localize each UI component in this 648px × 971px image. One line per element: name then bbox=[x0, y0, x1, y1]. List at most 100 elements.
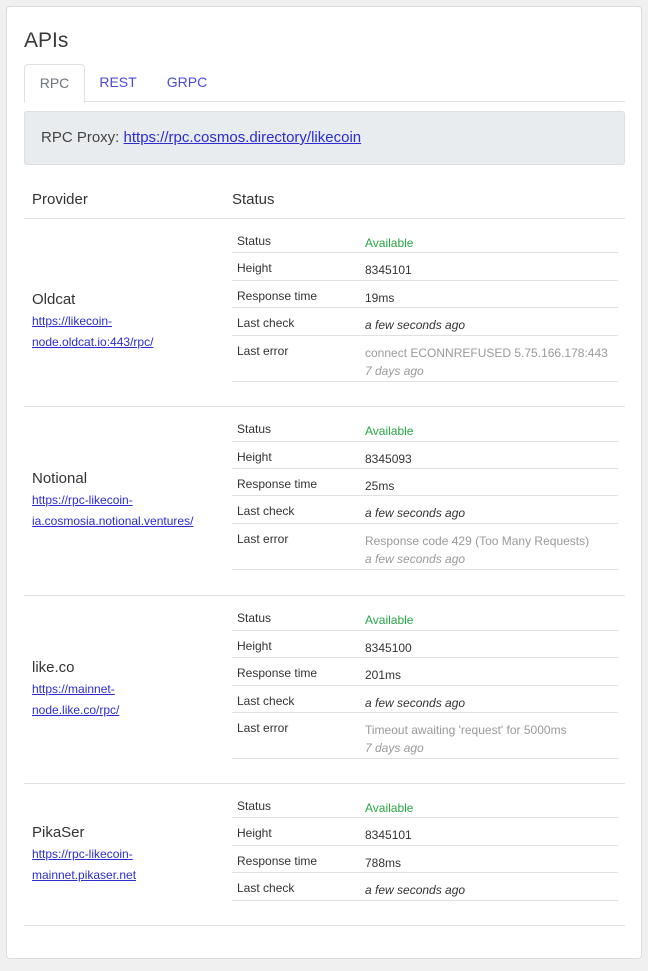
provider-link-line: https://rpc-likecoin- bbox=[32, 847, 133, 861]
last-check-label: Last check bbox=[237, 504, 295, 518]
apis-card: APIs RPC REST GRPC RPC Proxy: https://rp… bbox=[6, 6, 642, 959]
height-row: Height 8345101 bbox=[232, 818, 618, 846]
height-label: Height bbox=[237, 261, 272, 275]
response-time-label: Response time bbox=[237, 289, 318, 303]
provider-column-header: Provider bbox=[32, 191, 88, 208]
provider-name: Oldcat bbox=[32, 291, 76, 308]
table-header: Provider Status bbox=[24, 179, 625, 219]
response-time-row: Response time 788ms bbox=[232, 846, 618, 873]
provider-cell: Notional https://rpc-likecoin- ia.cosmos… bbox=[32, 470, 222, 532]
status-column-header: Status bbox=[232, 191, 275, 208]
last-check-value: a few seconds ago bbox=[365, 506, 466, 520]
response-time-label: Response time bbox=[237, 854, 318, 868]
height-row: Height 8345093 bbox=[232, 442, 618, 469]
provider-link-line: ia.cosmosia.notional.ventures/ bbox=[32, 514, 194, 528]
last-error-message: Response code 429 (Too Many Requests) bbox=[365, 534, 590, 548]
height-value: 8345093 bbox=[365, 452, 412, 466]
provider-link[interactable]: https://likecoin- node.oldcat.io:443/rpc… bbox=[32, 311, 222, 353]
status-details: Status Available Height 8345093 Response… bbox=[232, 414, 618, 570]
provider-cell: like.co https://mainnet- node.like.co/rp… bbox=[32, 659, 222, 721]
provider-cell: PikaSer https://rpc-likecoin- mainnet.pi… bbox=[32, 824, 222, 886]
tab-rest[interactable]: REST bbox=[85, 64, 151, 103]
table-row: Oldcat https://likecoin- node.oldcat.io:… bbox=[24, 219, 625, 407]
tab-grpc[interactable]: GRPC bbox=[151, 64, 223, 103]
response-time-value: 788ms bbox=[365, 856, 402, 870]
status-value: Available bbox=[365, 801, 414, 815]
provider-link-line: node.oldcat.io:443/rpc/ bbox=[32, 335, 154, 349]
provider-name: PikaSer bbox=[32, 824, 85, 841]
height-value: 8345101 bbox=[365, 828, 412, 842]
status-details: Status Available Height 8345101 Response… bbox=[232, 226, 618, 382]
last-error-row: Last error Response code 429 (Too Many R… bbox=[232, 524, 618, 570]
provider-name: like.co bbox=[32, 659, 75, 676]
last-error-row: Last error connect ECONNREFUSED 5.75.166… bbox=[232, 336, 618, 382]
last-error-label: Last error bbox=[237, 721, 289, 735]
height-value: 8345100 bbox=[365, 641, 412, 655]
tab-rpc[interactable]: RPC bbox=[24, 64, 85, 103]
provider-link[interactable]: https://mainnet- node.like.co/rpc/ bbox=[32, 679, 222, 721]
provider-link-line: https://mainnet- bbox=[32, 682, 115, 696]
last-check-label: Last check bbox=[237, 316, 295, 330]
height-label: Height bbox=[237, 826, 272, 840]
status-row: Status Available bbox=[232, 226, 618, 253]
status-label: Status bbox=[237, 234, 272, 248]
tab-bar: RPC REST GRPC bbox=[24, 64, 625, 103]
last-error-time: 7 days ago bbox=[365, 741, 424, 755]
last-error-value: Response code 429 (Too Many Requests) a … bbox=[365, 532, 589, 568]
table-row: PikaSer https://rpc-likecoin- mainnet.pi… bbox=[24, 784, 625, 926]
last-check-value: a few seconds ago bbox=[365, 883, 466, 897]
status-label: Status bbox=[237, 611, 272, 625]
last-check-value: a few seconds ago bbox=[365, 318, 466, 332]
response-time-row: Response time 201ms bbox=[232, 658, 618, 686]
status-label: Status bbox=[237, 799, 272, 813]
provider-link-line: https://likecoin- bbox=[32, 314, 113, 328]
status-row: Status Available bbox=[232, 603, 618, 631]
response-time-value: 201ms bbox=[365, 668, 402, 682]
status-details: Status Available Height 8345101 Response… bbox=[232, 791, 618, 901]
last-error-value: connect ECONNREFUSED 5.75.166.178:443 7 … bbox=[365, 344, 608, 380]
response-time-label: Response time bbox=[237, 477, 318, 491]
status-value: Available bbox=[365, 236, 414, 250]
provider-link-line: mainnet.pikaser.net bbox=[32, 868, 137, 882]
last-check-value: a few seconds ago bbox=[365, 696, 466, 710]
provider-link[interactable]: https://rpc-likecoin- mainnet.pikaser.ne… bbox=[32, 844, 222, 886]
last-check-row: Last check a few seconds ago bbox=[232, 686, 618, 713]
response-time-label: Response time bbox=[237, 666, 318, 680]
response-time-value: 25ms bbox=[365, 479, 395, 493]
last-error-time: a few seconds ago bbox=[365, 552, 466, 566]
last-error-row: Last error Timeout awaiting 'request' fo… bbox=[232, 713, 618, 759]
last-error-time: 7 days ago bbox=[365, 364, 424, 378]
height-label: Height bbox=[237, 639, 272, 653]
status-details: Status Available Height 8345100 Response… bbox=[232, 603, 618, 759]
response-time-row: Response time 25ms bbox=[232, 469, 618, 496]
provider-link-line: node.like.co/rpc/ bbox=[32, 703, 120, 717]
height-row: Height 8345100 bbox=[232, 631, 618, 658]
last-error-message: Timeout awaiting 'request' for 5000ms bbox=[365, 723, 567, 737]
last-check-label: Last check bbox=[237, 694, 295, 708]
provider-name: Notional bbox=[32, 470, 88, 487]
rpc-proxy-link[interactable]: https://rpc.cosmos.directory/likecoin bbox=[124, 129, 362, 146]
status-label: Status bbox=[237, 422, 272, 436]
status-value: Available bbox=[365, 613, 414, 627]
last-error-message: connect ECONNREFUSED 5.75.166.178:443 bbox=[365, 346, 608, 360]
last-check-row: Last check a few seconds ago bbox=[232, 873, 618, 901]
response-time-row: Response time 19ms bbox=[232, 281, 618, 308]
rpc-proxy-label: RPC Proxy: bbox=[41, 129, 120, 146]
height-row: Height 8345101 bbox=[232, 253, 618, 281]
status-value: Available bbox=[365, 424, 414, 438]
last-check-row: Last check a few seconds ago bbox=[232, 308, 618, 336]
height-value: 8345101 bbox=[365, 263, 412, 277]
last-check-row: Last check a few seconds ago bbox=[232, 496, 618, 524]
provider-cell: Oldcat https://likecoin- node.oldcat.io:… bbox=[32, 291, 222, 353]
last-error-label: Last error bbox=[237, 532, 289, 546]
page-title: APIs bbox=[24, 29, 69, 52]
status-row: Status Available bbox=[232, 414, 618, 442]
provider-link[interactable]: https://rpc-likecoin- ia.cosmosia.notion… bbox=[32, 490, 222, 532]
last-check-label: Last check bbox=[237, 881, 295, 895]
rpc-proxy-box: RPC Proxy: https://rpc.cosmos.directory/… bbox=[24, 111, 625, 165]
status-row: Status Available bbox=[232, 791, 618, 818]
provider-link-line: https://rpc-likecoin- bbox=[32, 493, 133, 507]
table-row: Notional https://rpc-likecoin- ia.cosmos… bbox=[24, 407, 625, 596]
table-row: like.co https://mainnet- node.like.co/rp… bbox=[24, 596, 625, 784]
height-label: Height bbox=[237, 450, 272, 464]
